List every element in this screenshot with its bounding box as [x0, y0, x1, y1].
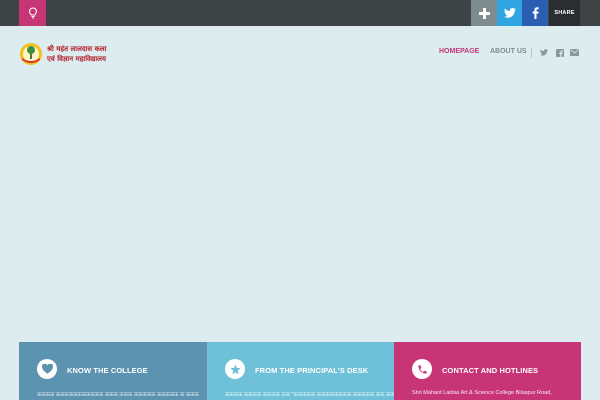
nav-divider — [531, 48, 532, 58]
nav-mail-link[interactable] — [570, 48, 579, 57]
plus-icon — [478, 7, 490, 19]
lightbulb-button[interactable] — [19, 0, 46, 26]
share-button[interactable]: SHARE — [549, 0, 580, 26]
nav-item-homepage[interactable]: HOMEPAGE — [439, 48, 479, 55]
mail-icon — [570, 49, 579, 56]
contact-hotlines-box[interactable]: CONTACT AND HOTLINES Shri Mahant Laldas … — [394, 342, 581, 400]
nav-item-about-us[interactable]: ABOUT US — [490, 48, 527, 55]
facebook-icon — [555, 48, 564, 57]
star-icon — [229, 363, 241, 374]
share-facebook-button[interactable] — [522, 0, 548, 26]
main-nav: HOMEPAGE ABOUT US — [0, 48, 600, 58]
lightbulb-icon — [28, 7, 37, 19]
box-text: ऊऊऊऊ ऊऊऊऊऊऊऊऊऊऊऊ ऊऊऊ ऊऊऊ ऊऊऊऊऊ ऊऊऊऊऊ ऊ ऊ… — [37, 392, 199, 398]
nav-twitter-link[interactable] — [539, 48, 548, 57]
twitter-icon — [539, 49, 548, 56]
top-bar: SHARE — [0, 0, 600, 26]
box-title: FROM THE PRINCIPAL'S DESK — [255, 366, 369, 375]
box-text: ऊऊऊऊ ऊऊऊऊ ऊऊऊऊ ऊऊ "ऊऊऊऊऊ ऊऊऊऊऊऊऊऊ ऊऊऊऊऊ … — [225, 392, 399, 398]
box-title: KNOW THE COLLEGE — [67, 366, 148, 375]
phone-icon — [417, 364, 427, 374]
box-text: Shri Mahant Laldas Art & Science College… — [412, 390, 552, 396]
know-the-college-box[interactable]: KNOW THE COLLEGE ऊऊऊऊ ऊऊऊऊऊऊऊऊऊऊऊ ऊऊऊ ऊऊ… — [19, 342, 207, 400]
share-more-button[interactable] — [471, 0, 497, 26]
twitter-icon — [504, 8, 516, 18]
principals-desk-box[interactable]: FROM THE PRINCIPAL'S DESK ऊऊऊऊ ऊऊऊऊ ऊऊऊऊ… — [207, 342, 399, 400]
share-twitter-button[interactable] — [497, 0, 523, 26]
nav-facebook-link[interactable] — [555, 48, 564, 57]
heart-icon — [41, 364, 53, 374]
facebook-icon — [532, 7, 539, 19]
box-title: CONTACT AND HOTLINES — [442, 366, 539, 375]
